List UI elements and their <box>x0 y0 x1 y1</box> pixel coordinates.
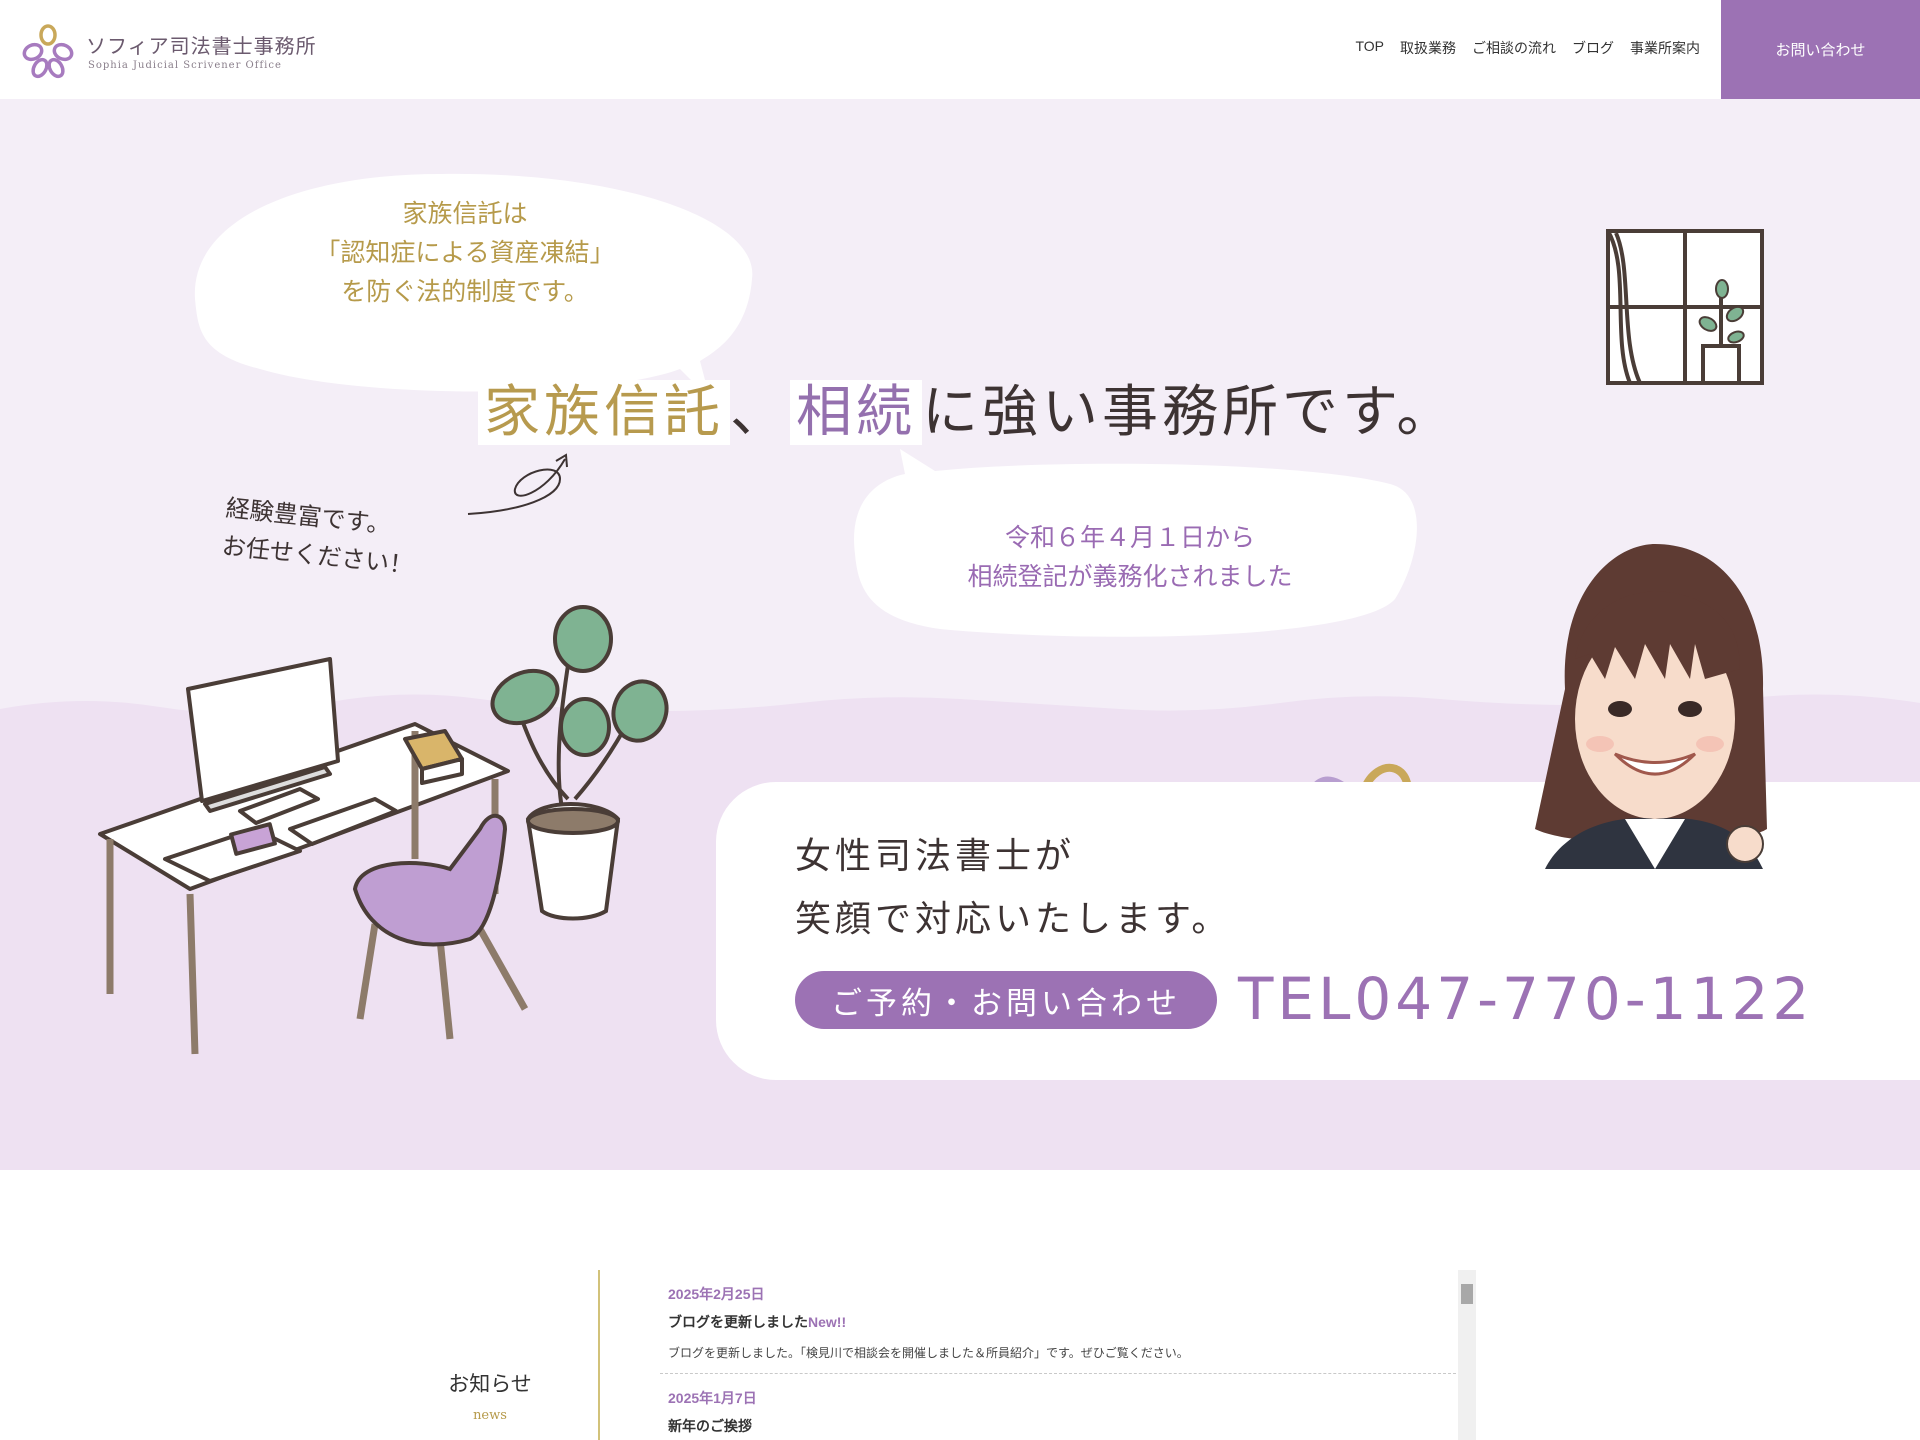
site-logo[interactable]: ソフィア司法書士事務所 Sophia Judicial Scrivener Of… <box>18 20 328 80</box>
news-title: お知らせ <box>448 1372 532 1396</box>
contact-button[interactable]: お問い合わせ <box>1721 0 1920 99</box>
logo-title: ソフィア司法書士事務所 <box>86 34 317 58</box>
contact-card-message: 女性司法書士が 笑顔で対応いたします。 <box>795 836 1232 940</box>
news-item[interactable]: 2025年1月7日 新年のご挨拶 <box>660 1374 1456 1440</box>
news-divider <box>598 1270 600 1440</box>
reserve-contact-button[interactable]: ご予約・お問い合わせ <box>795 971 1217 1029</box>
phone-number[interactable]: TEL047-770-1122 <box>1238 965 1813 1033</box>
news-section: お知らせ news 2025年2月25日 ブログを更新しましたNew!! ブログ… <box>0 1170 1920 1440</box>
nav-top[interactable]: TOP <box>1355 38 1384 58</box>
news-scrollbar[interactable] <box>1458 1270 1476 1440</box>
registration-bubble-text: 令和６年４月１日から 相続登記が義務化されました <box>967 523 1293 591</box>
new-badge: New!! <box>808 1314 847 1330</box>
scrollbar-thumb[interactable] <box>1461 1284 1473 1304</box>
nav-blog[interactable]: ブログ <box>1572 38 1614 58</box>
logo-subtitle: Sophia Judicial Scrivener Office <box>88 60 282 71</box>
hero-section: 家族信託は 「認知症による資産凍結」 を防ぐ法的制度です。 家族信託、相続 に強い… <box>0 99 1920 1170</box>
news-item[interactable]: 2025年2月25日 ブログを更新しましたNew!! ブログを更新しました。「検… <box>660 1270 1456 1374</box>
flower-logo-icon <box>22 24 74 79</box>
lawyer-portrait <box>1535 544 1767 869</box>
news-date: 2025年1月7日 <box>668 1390 757 1406</box>
main-nav: TOP 取扱業務 ご相談の流れ ブログ 事業所案内 <box>1355 38 1700 58</box>
nav-office-info[interactable]: 事業所案内 <box>1630 38 1700 58</box>
news-subtitle: news <box>473 1408 507 1423</box>
news-heading: お知らせ news <box>420 1368 560 1423</box>
nav-services[interactable]: 取扱業務 <box>1400 38 1456 58</box>
news-list: 2025年2月25日 ブログを更新しましたNew!! ブログを更新しました。「検… <box>660 1270 1456 1440</box>
news-date: 2025年2月25日 <box>668 1286 765 1302</box>
site-header: ソフィア司法書士事務所 Sophia Judicial Scrivener Of… <box>0 0 1920 99</box>
nav-consultation-flow[interactable]: ご相談の流れ <box>1472 38 1556 58</box>
trust-bubble-text: 家族信託は 「認知症による資産凍結」 を防ぐ法的制度です。 <box>315 199 615 306</box>
news-headline[interactable]: 新年のご挨拶 <box>668 1416 1448 1436</box>
news-headline[interactable]: ブログを更新しましたNew!! <box>668 1312 1448 1332</box>
hero-catchphrase: 家族信託、相続 に強い事務所です。 <box>478 367 1456 448</box>
news-body: ブログを更新しました。「検見川で相談会を開催しました＆所員紹介」です。ぜひご覧く… <box>668 1346 1189 1360</box>
